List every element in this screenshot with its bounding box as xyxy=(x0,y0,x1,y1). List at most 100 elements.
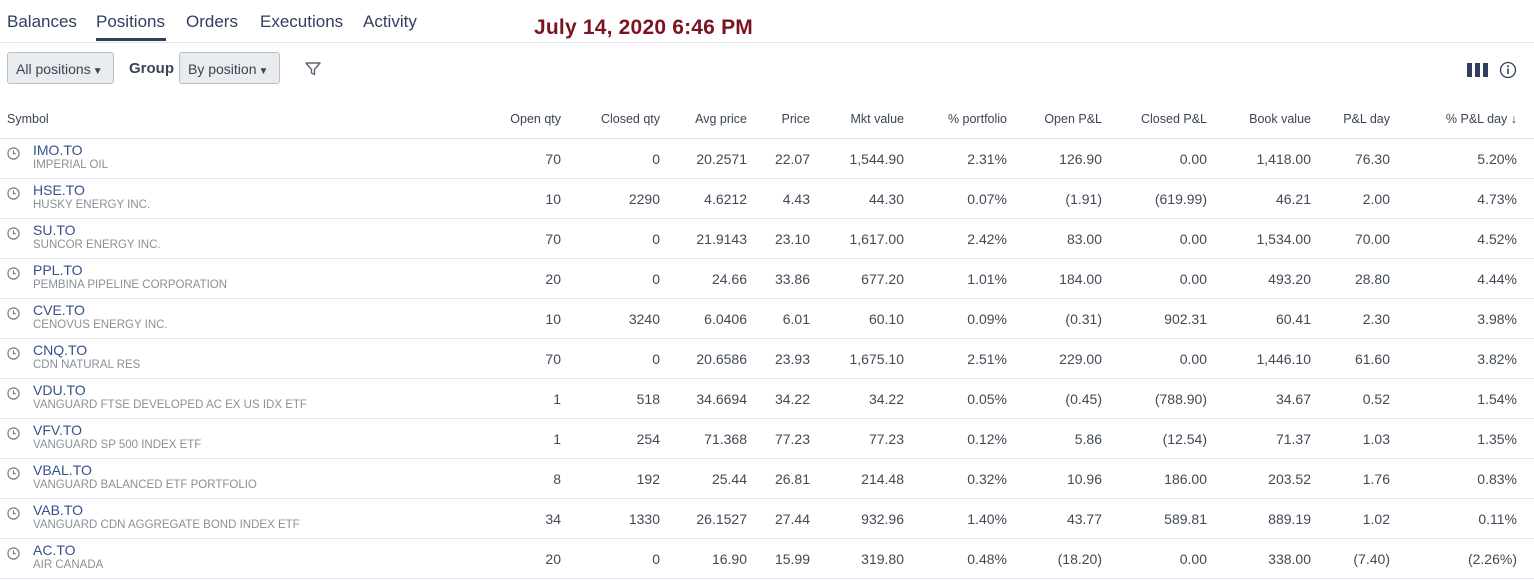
cell-price: 15.99 xyxy=(747,538,810,579)
column-header-pct-pl-day[interactable]: % P&L day ↓ xyxy=(1390,100,1517,139)
cell-open-qty: 8 xyxy=(300,458,561,499)
table-header-row: Symbol Open qty Closed qty Avg price Pri… xyxy=(0,100,1534,139)
tab-orders[interactable]: Orders xyxy=(186,12,238,32)
table-row[interactable]: VDU.TO VANGUARD FTSE DEVELOPED AC EX US I… xyxy=(0,378,1534,419)
symbol-link[interactable]: VDU.TO xyxy=(33,382,86,398)
table-row[interactable]: AC.TO AIR CANADA 20 0 16.90 15.99 319.80 0.48%(… xyxy=(0,538,1534,579)
cell-open-qty: 1 xyxy=(300,378,561,419)
symbol-link[interactable]: PPL.TO xyxy=(33,262,83,278)
cell-pl-day: (7.40) xyxy=(1311,538,1390,579)
cell-pl-day: 1.02 xyxy=(1311,498,1390,539)
symbol-cell: PPL.TO PEMBINA PIPELINE CORPORATION xyxy=(0,258,300,299)
table-row[interactable]: CVE.TO CENOVUS ENERGY INC. 10 3240 6.0406 6.0… xyxy=(0,298,1534,339)
cell-pct-portfolio: 1.01% xyxy=(904,258,1007,299)
cell-pct-pl-day: 4.73% xyxy=(1390,178,1517,219)
cell-open-qty: 70 xyxy=(300,218,561,259)
tab-activity[interactable]: Activity xyxy=(363,12,417,32)
tab-bar: Balances Positions Orders Executions Act… xyxy=(0,0,1534,43)
cell-book-value: 889.19 xyxy=(1207,498,1311,539)
cell-price: 26.81 xyxy=(747,458,810,499)
cell-avg-price: 4.6212 xyxy=(660,178,747,219)
filter-icon[interactable] xyxy=(304,60,322,78)
column-header-symbol[interactable]: Symbol xyxy=(0,100,300,139)
cell-pct-portfolio: 0.12% xyxy=(904,418,1007,459)
column-header-open-pl[interactable]: Open P&L xyxy=(1007,100,1102,139)
columns-icon[interactable] xyxy=(1467,63,1489,77)
cell-pct-pl-day: 1.54% xyxy=(1390,378,1517,419)
table-row[interactable]: PPL.TO PEMBINA PIPELINE CORPORATION 20 0 24.… xyxy=(0,258,1534,299)
cell-closed-qty: 254 xyxy=(561,418,660,459)
symbol-link[interactable]: SU.TO xyxy=(33,222,76,238)
cell-pct-portfolio: 2.42% xyxy=(904,218,1007,259)
clock-icon xyxy=(7,427,20,440)
table-row[interactable]: VAB.TO VANGUARD CDN AGGREGATE BOND INDEX … xyxy=(0,498,1534,539)
column-header-price[interactable]: Price xyxy=(747,100,810,139)
column-header-closed-pl[interactable]: Closed P&L xyxy=(1102,100,1207,139)
symbol-link[interactable]: CVE.TO xyxy=(33,302,85,318)
cell-closed-qty: 0 xyxy=(561,218,660,259)
clock-icon xyxy=(7,547,20,560)
symbol-link[interactable]: VBAL.TO xyxy=(33,462,92,478)
column-header-open-qty[interactable]: Open qty xyxy=(300,100,561,139)
symbol-cell: CNQ.TO CDN NATURAL RES xyxy=(0,338,300,379)
cell-avg-price: 26.1527 xyxy=(660,498,747,539)
column-header-book-value[interactable]: Book value xyxy=(1207,100,1311,139)
column-header-mkt-value[interactable]: Mkt value xyxy=(810,100,904,139)
table-row[interactable]: SU.TO SUNCOR ENERGY INC. 70 0 21.9143 23.10 1,… xyxy=(0,218,1534,259)
cell-mkt-value: 677.20 xyxy=(810,258,904,299)
cell-open-pl: 5.86 xyxy=(1007,418,1102,459)
cell-book-value: 1,534.00 xyxy=(1207,218,1311,259)
cell-closed-pl: 0.00 xyxy=(1102,538,1207,579)
column-header-pct-portfolio[interactable]: % portfolio xyxy=(904,100,1007,139)
column-header-closed-qty[interactable]: Closed qty xyxy=(561,100,660,139)
positions-table-body: IMO.TO IMPERIAL OIL 70 0 20.2571 22.07 1,544.9… xyxy=(0,138,1534,579)
cell-pct-pl-day: 4.52% xyxy=(1390,218,1517,259)
cell-book-value: 34.67 xyxy=(1207,378,1311,419)
cell-open-pl: 229.00 xyxy=(1007,338,1102,379)
cell-avg-price: 25.44 xyxy=(660,458,747,499)
positions-filter-select[interactable]: All positions ▼ xyxy=(7,52,114,84)
table-row[interactable]: VBAL.TO VANGUARD BALANCED ETF PORTFOLIO 8 1… xyxy=(0,458,1534,499)
symbol-link[interactable]: HSE.TO xyxy=(33,182,85,198)
clock-icon xyxy=(7,267,20,280)
cell-book-value: 1,418.00 xyxy=(1207,138,1311,179)
symbol-link[interactable]: CNQ.TO xyxy=(33,342,87,358)
table-row[interactable]: VFV.TO VANGUARD SP 500 INDEX ETF 1 254 71.36… xyxy=(0,418,1534,459)
table-row[interactable]: IMO.TO IMPERIAL OIL 70 0 20.2571 22.07 1,544.9… xyxy=(0,138,1534,179)
active-tab-indicator xyxy=(96,38,166,41)
symbol-link[interactable]: AC.TO xyxy=(33,542,76,558)
row-spacer xyxy=(1517,178,1534,219)
symbol-link[interactable]: IMO.TO xyxy=(33,142,83,158)
tab-positions[interactable]: Positions xyxy=(96,12,165,32)
cell-avg-price: 16.90 xyxy=(660,538,747,579)
info-icon[interactable] xyxy=(1499,61,1517,79)
symbol-link[interactable]: VAB.TO xyxy=(33,502,83,518)
datestamp: July 14, 2020 6:46 PM xyxy=(534,16,753,39)
security-name: CENOVUS ENERGY INC. xyxy=(33,319,168,331)
cell-closed-pl: 0.00 xyxy=(1102,258,1207,299)
group-select[interactable]: By position ▼ xyxy=(179,52,280,84)
symbol-link[interactable]: VFV.TO xyxy=(33,422,82,438)
cell-mkt-value: 932.96 xyxy=(810,498,904,539)
cell-mkt-value: 1,544.90 xyxy=(810,138,904,179)
column-header-pl-day[interactable]: P&L day xyxy=(1311,100,1390,139)
symbol-cell: VDU.TO VANGUARD FTSE DEVELOPED AC EX US I… xyxy=(0,378,307,419)
row-spacer xyxy=(1517,218,1534,259)
tab-executions[interactable]: Executions xyxy=(260,12,343,32)
cell-avg-price: 24.66 xyxy=(660,258,747,299)
security-name: VANGUARD SP 500 INDEX ETF xyxy=(33,439,202,451)
cell-closed-qty: 0 xyxy=(561,538,660,579)
cell-closed-pl: (619.99) xyxy=(1102,178,1207,219)
cell-price: 22.07 xyxy=(747,138,810,179)
cell-mkt-value: 319.80 xyxy=(810,538,904,579)
table-row[interactable]: CNQ.TO CDN NATURAL RES 70 0 20.6586 23.93 1,67… xyxy=(0,338,1534,379)
cell-open-pl: 43.77 xyxy=(1007,498,1102,539)
cell-avg-price: 20.2571 xyxy=(660,138,747,179)
cell-closed-pl: 0.00 xyxy=(1102,138,1207,179)
column-header-avg-price[interactable]: Avg price xyxy=(660,100,747,139)
tab-balances[interactable]: Balances xyxy=(7,12,77,32)
table-row[interactable]: HSE.TO HUSKY ENERGY INC. 10 2290 4.6212 4.43 4… xyxy=(0,178,1534,219)
cell-open-pl: 184.00 xyxy=(1007,258,1102,299)
cell-open-qty: 10 xyxy=(300,178,561,219)
cell-pct-portfolio: 0.07% xyxy=(904,178,1007,219)
